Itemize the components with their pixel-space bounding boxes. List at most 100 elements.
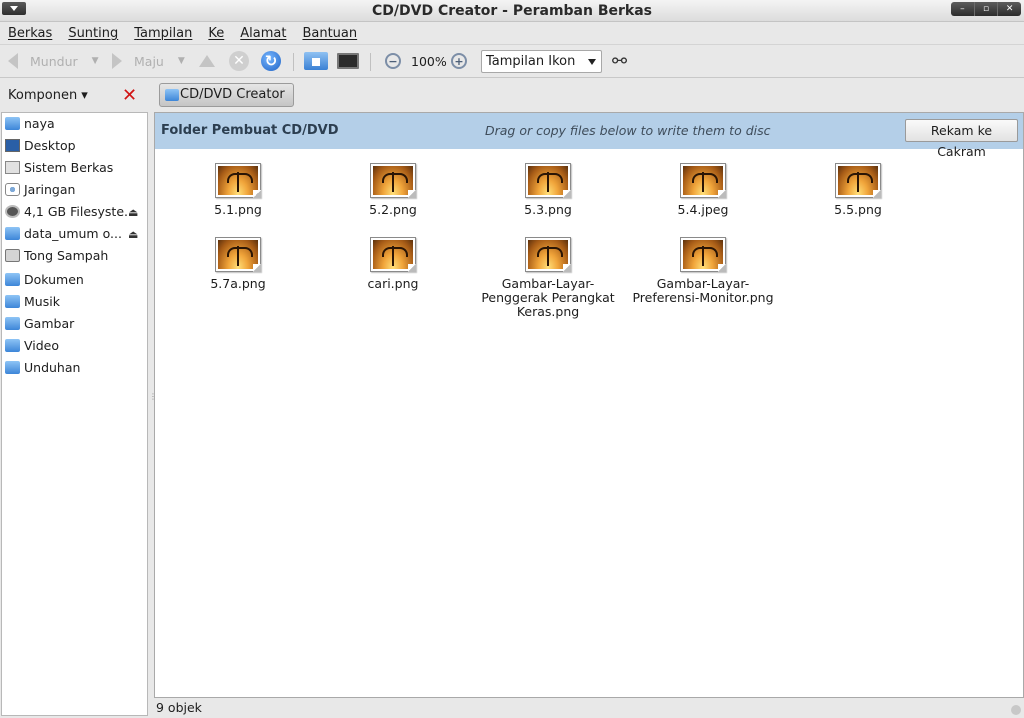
sidebar-item-desktop[interactable]: Desktop	[2, 135, 147, 157]
write-to-disc-button[interactable]: Rekam ke Cakram	[905, 119, 1018, 159]
menu-bar: Berkas Sunting Tampilan Ke Alamat Bantua…	[0, 22, 1024, 44]
file-item[interactable]: cari.png	[318, 237, 468, 291]
computer-button[interactable]	[337, 50, 359, 72]
forward-icon	[112, 53, 122, 69]
image-thumbnail-icon	[525, 163, 571, 198]
sidebar-item-label: Tong Sampah	[24, 248, 109, 263]
sidebar-item-video[interactable]: Video	[2, 335, 147, 357]
resize-grip-icon[interactable]	[1011, 705, 1021, 715]
up-button[interactable]	[199, 50, 215, 72]
sidebar-item-network[interactable]: Jaringan	[2, 179, 147, 201]
sidebar-header: Komponen ▾ ✕	[0, 79, 148, 111]
toolbar-separator	[293, 53, 294, 71]
sidebar-item-gambar[interactable]: Gambar	[2, 313, 147, 335]
forward-label: Maju	[134, 53, 164, 69]
file-view[interactable]: Folder Pembuat CD/DVD Drag or copy files…	[154, 112, 1024, 698]
file-item[interactable]: 5.1.png	[163, 163, 313, 217]
network-icon	[5, 183, 20, 196]
image-thumbnail-icon	[680, 163, 726, 198]
window-title: CD/DVD Creator - Peramban Berkas	[371, 3, 653, 19]
back-button[interactable]: Mundur ▼	[8, 50, 99, 72]
sidebar-item-label: Jaringan	[24, 182, 76, 197]
title-bar: CD/DVD Creator - Peramban Berkas – ▫ ✕	[0, 0, 1024, 22]
sidebar-item-label: Gambar	[24, 316, 75, 331]
reload-button[interactable]: ↻	[261, 50, 281, 72]
image-thumbnail-icon	[835, 163, 881, 198]
computer-icon	[337, 53, 359, 69]
zoom-in-button[interactable]: +	[451, 50, 467, 72]
file-name: 5.7a.png	[210, 276, 266, 291]
sidebar-item-naya[interactable]: naya	[2, 113, 147, 135]
search-button[interactable]: ⚯	[612, 50, 627, 72]
maximize-button[interactable]: ▫	[975, 2, 999, 16]
sidebar-item-label: data_umum o...	[24, 226, 122, 241]
home-button[interactable]	[304, 50, 328, 72]
image-thumbnail-icon	[215, 163, 261, 198]
window-controls: – ▫ ✕	[951, 2, 1021, 16]
sidebar-splitter[interactable]: ⋮	[149, 392, 157, 401]
burn-hint-text: Drag or copy files below to write them t…	[485, 123, 771, 138]
sidebar-item-musik[interactable]: Musik	[2, 291, 147, 313]
folder-icon	[5, 273, 20, 286]
close-window-button[interactable]: ✕	[998, 2, 1021, 16]
toolbar-separator	[370, 53, 371, 71]
menu-sunting[interactable]: Sunting	[68, 26, 118, 41]
sidebar-item-unduhan[interactable]: Unduhan	[2, 357, 147, 379]
filesystem-icon	[5, 161, 20, 174]
sidebar-item-label: naya	[24, 116, 55, 131]
file-item[interactable]: 5.7a.png	[163, 237, 313, 291]
file-item[interactable]: 5.2.png	[318, 163, 468, 217]
trash-icon	[5, 249, 20, 262]
stop-icon: ✕	[229, 51, 249, 71]
file-name: 5.3.png	[524, 202, 572, 217]
zoom-out-button[interactable]: −	[385, 50, 401, 72]
sidebar-item-filesystem[interactable]: Sistem Berkas	[2, 157, 147, 179]
zoom-level[interactable]: 100%	[411, 50, 447, 72]
sidebar-item-label: Dokumen	[24, 272, 84, 287]
menu-berkas[interactable]: Berkas	[8, 26, 52, 41]
sidebar-item-label: Musik	[24, 294, 60, 309]
sidebar-mode-select[interactable]: Komponen ▾	[8, 88, 88, 103]
folder-icon	[5, 339, 20, 352]
sidebar: naya Desktop Sistem Berkas Jaringan 4,1 …	[1, 112, 148, 716]
folder-icon	[5, 295, 20, 308]
file-item[interactable]: 5.3.png	[473, 163, 623, 217]
status-bar: 9 objek	[154, 699, 1024, 718]
eject-icon[interactable]: ⏏	[128, 228, 138, 241]
image-thumbnail-icon	[370, 237, 416, 272]
status-text: 9 objek	[156, 700, 202, 715]
minimize-button[interactable]: –	[951, 2, 975, 16]
sidebar-item-trash[interactable]: Tong Sampah	[2, 245, 147, 267]
menu-ke[interactable]: Ke	[208, 26, 224, 41]
file-item[interactable]: Gambar-Layar- Preferensi-Monitor.png	[628, 237, 778, 305]
sidebar-item-dokumen[interactable]: Dokumen	[2, 269, 147, 291]
menu-alamat[interactable]: Alamat	[240, 26, 286, 41]
desktop-icon	[5, 139, 20, 152]
file-item[interactable]: Gambar-Layar- Penggerak Perangkat Keras.…	[473, 237, 623, 319]
stop-button[interactable]: ✕	[229, 50, 249, 72]
file-name: 5.1.png	[214, 202, 262, 217]
view-mode-select[interactable]: Tampilan Ikon	[481, 50, 602, 73]
burn-folder-title: Folder Pembuat CD/DVD	[161, 123, 339, 138]
eject-icon[interactable]: ⏏	[128, 206, 138, 219]
image-thumbnail-icon	[680, 237, 726, 272]
menu-bantuan[interactable]: Bantuan	[302, 26, 357, 41]
file-name: 5.2.png	[369, 202, 417, 217]
folder-icon	[165, 89, 179, 101]
sidebar-item-data-umum[interactable]: data_umum o... ⏏	[2, 223, 147, 245]
file-item[interactable]: 5.5.png	[783, 163, 933, 217]
folder-icon	[5, 317, 20, 330]
close-sidebar-icon[interactable]: ✕	[122, 85, 137, 106]
location-button[interactable]: CD/DVD Creator	[159, 83, 294, 107]
sidebar-item-label: Video	[24, 338, 60, 353]
sidebar-item-drive[interactable]: 4,1 GB Filesyste... ⏏	[2, 201, 147, 223]
back-label: Mundur	[30, 53, 78, 69]
toolbar: Mundur ▼ Maju ▼ ✕ ↻ − 100% + Tampilan Ik…	[0, 44, 1024, 78]
sidebar-item-label: Desktop	[24, 138, 76, 153]
forward-button[interactable]: Maju ▼	[112, 50, 185, 72]
chevron-down-icon: ▼	[91, 56, 99, 66]
file-name: 5.4.jpeg	[677, 202, 729, 217]
file-item[interactable]: 5.4.jpeg	[628, 163, 778, 217]
menu-tampilan[interactable]: Tampilan	[134, 26, 192, 41]
file-name: cari.png	[367, 276, 419, 291]
